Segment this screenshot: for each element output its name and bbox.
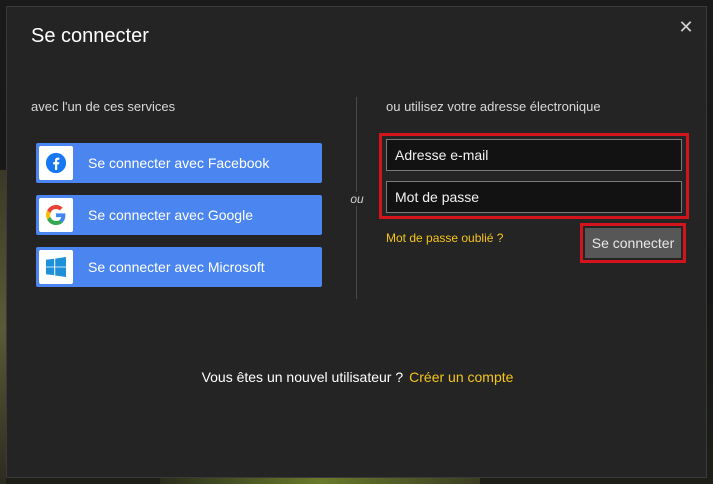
facebook-login-button[interactable]: Se connecter avec Facebook — [36, 143, 322, 183]
microsoft-login-label: Se connecter avec Microsoft — [88, 259, 265, 275]
close-icon[interactable]: ✕ — [676, 17, 696, 37]
dialog-title: Se connecter — [31, 25, 149, 47]
credentials-highlight — [379, 133, 689, 219]
create-account-link[interactable]: Créer un compte — [409, 369, 513, 385]
services-label: avec l'un de ces services — [31, 99, 176, 114]
email-login-label: ou utilisez votre adresse électronique — [386, 99, 601, 114]
backdrop-image-strip-bottom — [160, 478, 480, 484]
submit-highlight: Se connecter — [580, 223, 686, 263]
google-icon — [39, 198, 73, 232]
facebook-icon — [39, 146, 73, 180]
divider-or-text: ou — [347, 192, 367, 206]
facebook-login-label: Se connecter avec Facebook — [88, 155, 270, 171]
windows-icon — [39, 250, 73, 284]
forgot-password-link[interactable]: Mot de passe oublié ? — [386, 231, 503, 245]
email-login-section: ou utilisez votre adresse électronique M… — [379, 99, 696, 263]
sign-in-dialog: Se connecter ✕ avec l'un de ces services… — [6, 6, 707, 478]
sign-in-button[interactable]: Se connecter — [585, 228, 681, 258]
email-field[interactable] — [386, 139, 682, 171]
google-login-label: Se connecter avec Google — [88, 207, 253, 223]
password-field[interactable] — [386, 181, 682, 213]
microsoft-login-button[interactable]: Se connecter avec Microsoft — [36, 247, 322, 287]
footer: Vous êtes un nouvel utilisateur ? Créer u… — [7, 369, 708, 385]
new-user-text: Vous êtes un nouvel utilisateur ? — [201, 369, 404, 385]
google-login-button[interactable]: Se connecter avec Google — [36, 195, 322, 235]
services-section: avec l'un de ces services Se connecter a… — [31, 99, 331, 287]
